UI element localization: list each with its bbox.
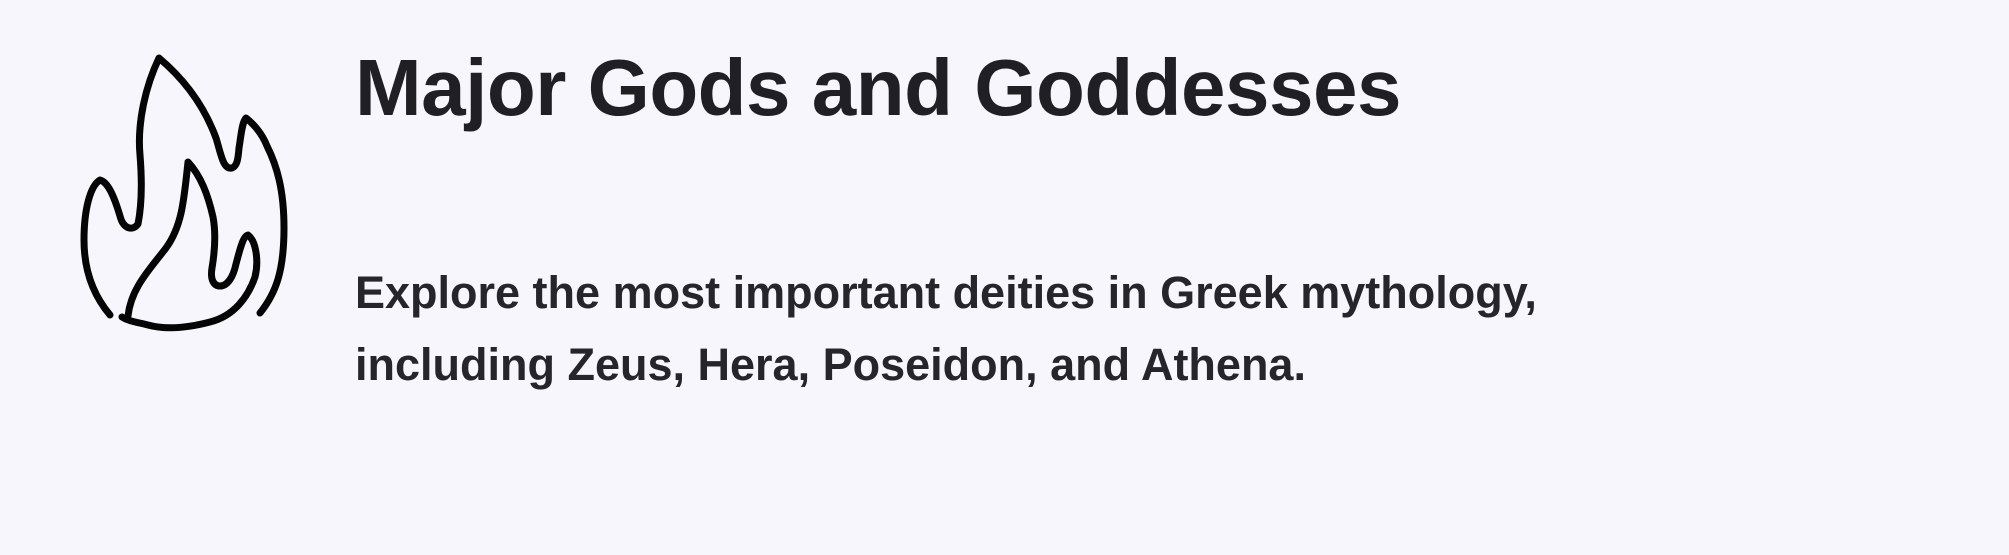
info-card: Major Gods and Goddesses Explore the mos… (0, 0, 2009, 555)
page-title: Major Gods and Goddesses (355, 43, 1402, 132)
card-description: Explore the most important deities in Gr… (355, 267, 1537, 390)
flame-icon (70, 50, 300, 340)
